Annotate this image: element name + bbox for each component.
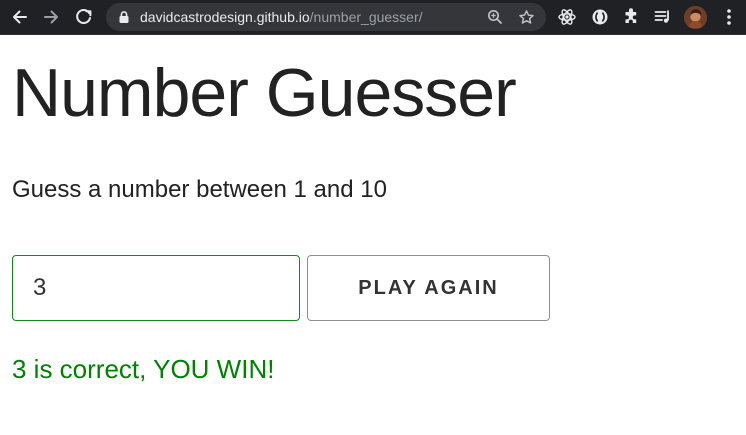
playlist-icon bbox=[654, 10, 669, 23]
circle-extension-button[interactable] bbox=[590, 7, 610, 27]
instructions-text: Guess a number between 1 and 10 bbox=[12, 176, 387, 203]
react-icon bbox=[558, 9, 576, 25]
star-icon[interactable] bbox=[518, 9, 535, 26]
more-vert-icon[interactable] bbox=[722, 7, 736, 27]
browser-toolbar: davidcastrodesign.github.io/number_guess… bbox=[0, 0, 746, 35]
result-message: 3 is correct, YOU WIN! bbox=[12, 354, 275, 384]
guess-input[interactable] bbox=[12, 255, 300, 321]
back-arrow-icon bbox=[13, 10, 27, 24]
circle-extension-icon bbox=[592, 9, 608, 25]
reload-button[interactable] bbox=[73, 6, 95, 28]
avatar[interactable] bbox=[684, 6, 707, 29]
profile-photo-icon bbox=[684, 6, 707, 29]
page-content: Number Guesser Guess a number between 1 … bbox=[0, 35, 746, 435]
zoom-icon[interactable] bbox=[487, 9, 503, 25]
play-again-button[interactable]: PLAY AGAIN bbox=[307, 255, 550, 321]
url-path: /number_guesser/ bbox=[309, 9, 423, 25]
extensions-button[interactable] bbox=[622, 7, 642, 27]
page-title: Number Guesser bbox=[12, 55, 517, 131]
forward-arrow-icon bbox=[44, 10, 58, 24]
back-button[interactable] bbox=[8, 6, 30, 28]
lock-icon bbox=[119, 11, 129, 23]
media-controls-button[interactable] bbox=[653, 7, 673, 27]
forward-button[interactable] bbox=[41, 6, 63, 28]
url-domain: davidcastrodesign.github.io bbox=[140, 9, 310, 25]
address-bar[interactable]: davidcastrodesign.github.io/number_guess… bbox=[106, 3, 546, 31]
reload-icon bbox=[76, 9, 92, 25]
url-text[interactable]: davidcastrodesign.github.io/number_guess… bbox=[140, 9, 423, 25]
puzzle-icon bbox=[625, 8, 637, 23]
react-extension-button[interactable] bbox=[557, 7, 577, 27]
